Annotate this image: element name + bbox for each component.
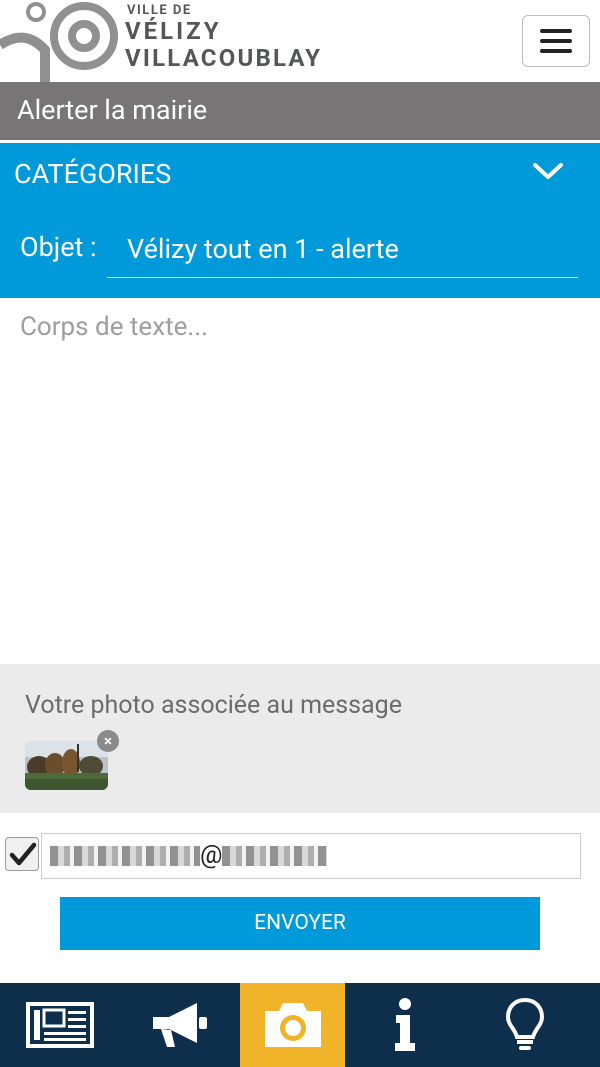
logo-small-text: VILLE DE bbox=[127, 3, 192, 18]
logo-line1: VÉLIZY bbox=[125, 17, 222, 45]
photo-image bbox=[25, 741, 108, 790]
hamburger-bar bbox=[540, 39, 572, 43]
hamburger-bar bbox=[540, 49, 572, 53]
lightbulb-icon bbox=[505, 997, 545, 1050]
email-input[interactable]: @ bbox=[41, 833, 581, 879]
photo-thumbnail[interactable] bbox=[25, 741, 108, 790]
check-icon bbox=[9, 842, 37, 866]
message-body-placeholder: Corps de texte... bbox=[20, 312, 208, 342]
page-title: Alerter la mairie bbox=[0, 82, 600, 140]
subject-section: Objet : Vélizy tout en 1 - alerte bbox=[0, 200, 600, 298]
megaphone-icon bbox=[153, 1003, 207, 1047]
photo-section: Votre photo associée au message × bbox=[0, 664, 600, 813]
email-checkbox[interactable] bbox=[5, 837, 39, 871]
close-icon: × bbox=[104, 732, 112, 750]
nav-news[interactable] bbox=[0, 983, 120, 1067]
subject-input[interactable]: Vélizy tout en 1 - alerte bbox=[107, 222, 578, 278]
send-button[interactable]: ENVOYER bbox=[60, 897, 540, 950]
nav-alerts[interactable] bbox=[120, 983, 240, 1067]
app-header: VILLE DE VÉLIZY VILLACOUBLAY bbox=[0, 0, 600, 82]
nav-camera[interactable] bbox=[240, 983, 345, 1067]
bottom-navigation bbox=[0, 983, 600, 1067]
logo-line2: VILLACOUBLAY bbox=[125, 44, 323, 72]
nav-info[interactable] bbox=[345, 983, 465, 1067]
camera-icon bbox=[264, 1003, 321, 1047]
message-body-textarea[interactable]: Corps de texte... bbox=[0, 298, 600, 664]
redacted-text bbox=[222, 846, 328, 867]
logo-mark-icon bbox=[0, 2, 118, 82]
nav-ideas[interactable] bbox=[465, 983, 585, 1067]
menu-button[interactable] bbox=[522, 15, 590, 67]
newspaper-icon bbox=[26, 1002, 94, 1048]
email-section: @ ENVOYER bbox=[0, 813, 600, 983]
city-logo[interactable]: VILLE DE VÉLIZY VILLACOUBLAY bbox=[0, 0, 420, 82]
photo-label: Votre photo associée au message bbox=[25, 691, 402, 720]
chevron-down-icon bbox=[533, 163, 563, 179]
email-at-sign: @ bbox=[200, 841, 223, 870]
hamburger-icon bbox=[540, 29, 572, 33]
subject-label: Objet : bbox=[20, 231, 97, 263]
info-icon bbox=[395, 998, 415, 1051]
redacted-text bbox=[50, 846, 200, 867]
categories-dropdown[interactable]: CATÉGORIES bbox=[0, 140, 600, 200]
remove-photo-button[interactable]: × bbox=[97, 730, 119, 752]
categories-label: CATÉGORIES bbox=[14, 158, 172, 190]
